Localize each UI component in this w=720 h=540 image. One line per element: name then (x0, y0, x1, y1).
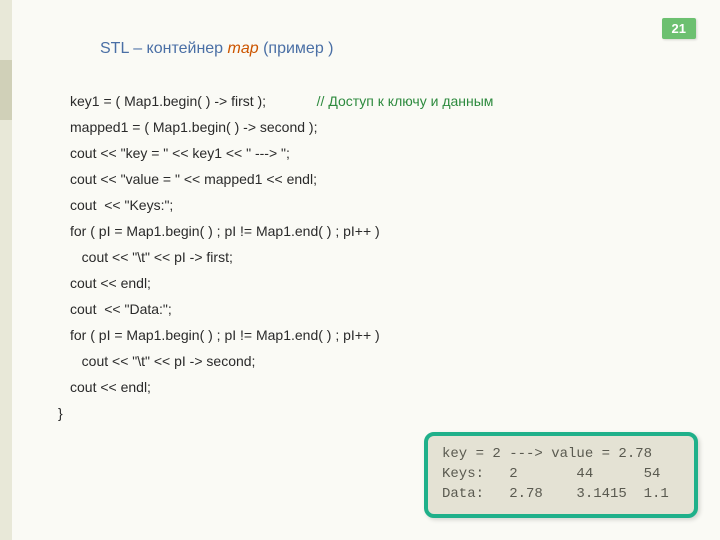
code-text: key1 = ( Map1.begin( ) -> first ); (70, 93, 266, 109)
code-text: for ( pI = Map1.begin( ) ; pI != Map1.en… (70, 223, 380, 239)
code-comment: // Доступ к ключу и данным (266, 93, 493, 109)
code-line: mapped1 = ( Map1.begin( ) -> second ); (70, 114, 493, 140)
page-number-badge: 21 (662, 18, 696, 39)
code-text: cout << "Data:"; (70, 301, 172, 317)
slide-title: STL – контейнер map (пример ) (100, 40, 333, 58)
output-box: key = 2 ---> value = 2.78 Keys: 2 44 54 … (424, 432, 698, 518)
code-text: cout << "key = " << key1 << " ---> "; (70, 145, 290, 161)
code-line: cout << endl; (70, 374, 493, 400)
code-line: cout << "Keys:"; (70, 192, 493, 218)
code-line: cout << "value = " << mapped1 << endl; (70, 166, 493, 192)
closing-brace: } (58, 400, 493, 426)
code-text: cout << endl; (70, 379, 151, 395)
title-em: map (228, 40, 259, 57)
left-tab-rail (0, 0, 12, 540)
code-line: cout << "\t" << pI -> second; (70, 348, 493, 374)
output-line: Data: 2.78 3.1415 1.1 (442, 484, 680, 504)
code-text: for ( pI = Map1.begin( ) ; pI != Map1.en… (70, 327, 380, 343)
code-line: for ( pI = Map1.begin( ) ; pI != Map1.en… (70, 218, 493, 244)
code-text: mapped1 = ( Map1.begin( ) -> second ); (70, 119, 317, 135)
code-line: cout << "\t" << pI -> first; (70, 244, 493, 270)
code-line: key1 = ( Map1.begin( ) -> first ); // До… (70, 88, 493, 114)
code-text: cout << "value = " << mapped1 << endl; (70, 171, 317, 187)
code-text: cout << endl; (70, 275, 151, 291)
code-line: cout << endl; (70, 270, 493, 296)
slide: 21 STL – контейнер map (пример ) key1 = … (0, 0, 720, 540)
title-prefix: STL – контейнер (100, 40, 228, 57)
code-block: key1 = ( Map1.begin( ) -> first ); // До… (70, 88, 493, 426)
code-text: cout << "\t" << pI -> first; (70, 249, 233, 265)
code-line: for ( pI = Map1.begin( ) ; pI != Map1.en… (70, 322, 493, 348)
output-line: Keys: 2 44 54 (442, 464, 680, 484)
title-suffix: (пример ) (259, 40, 334, 57)
code-text: cout << "\t" << pI -> second; (70, 353, 255, 369)
code-line: cout << "key = " << key1 << " ---> "; (70, 140, 493, 166)
code-text: cout << "Keys:"; (70, 197, 173, 213)
output-line: key = 2 ---> value = 2.78 (442, 444, 680, 464)
code-line: cout << "Data:"; (70, 296, 493, 322)
